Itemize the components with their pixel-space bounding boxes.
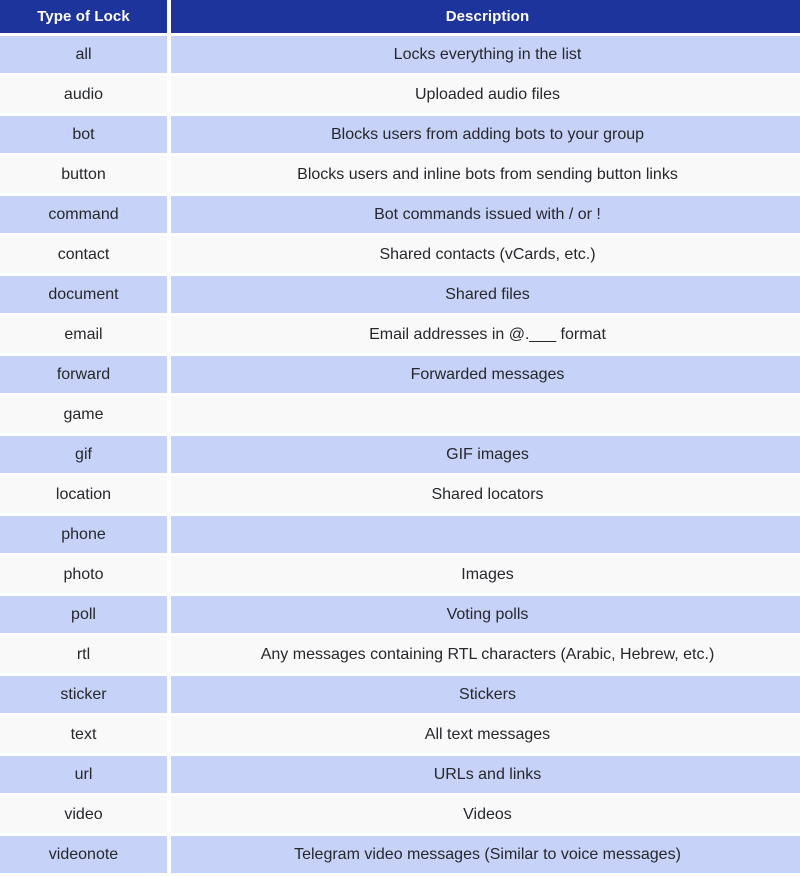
table-row: bot Blocks users from adding bots to your… bbox=[0, 116, 800, 153]
table-row: photo Images bbox=[0, 556, 800, 593]
cell-lock-description: Uploaded audio files bbox=[171, 76, 800, 113]
table-row: forward Forwarded messages bbox=[0, 356, 800, 393]
table-row: audio Uploaded audio files bbox=[0, 76, 800, 113]
table-row: text All text messages bbox=[0, 716, 800, 753]
cell-lock-description: Email addresses in @.___ format bbox=[171, 316, 800, 353]
cell-lock-description: URLs and links bbox=[171, 756, 800, 793]
cell-lock-description: Videos bbox=[171, 796, 800, 833]
cell-lock-type: phone bbox=[0, 516, 167, 553]
cell-lock-description: Shared contacts (vCards, etc.) bbox=[171, 236, 800, 273]
table-row: all Locks everything in the list bbox=[0, 36, 800, 73]
cell-lock-description: Any messages containing RTL characters (… bbox=[171, 636, 800, 673]
table-row: contact Shared contacts (vCards, etc.) bbox=[0, 236, 800, 273]
cell-lock-type: gif bbox=[0, 436, 167, 473]
cell-lock-type: sticker bbox=[0, 676, 167, 713]
table-row: location Shared locators bbox=[0, 476, 800, 513]
cell-lock-type: video bbox=[0, 796, 167, 833]
cell-lock-type: rtl bbox=[0, 636, 167, 673]
cell-lock-type: poll bbox=[0, 596, 167, 633]
table-body: all Locks everything in the list audio Uplo… bbox=[0, 36, 800, 873]
cell-lock-type: url bbox=[0, 756, 167, 793]
cell-lock-description: Blocks users and inline bots from sendin… bbox=[171, 156, 800, 193]
cell-lock-type: button bbox=[0, 156, 167, 193]
cell-lock-type: videonote bbox=[0, 836, 167, 873]
cell-lock-type: photo bbox=[0, 556, 167, 593]
table-row: document Shared files bbox=[0, 276, 800, 313]
table-row: button Blocks users and inline bots from … bbox=[0, 156, 800, 193]
cell-lock-description: Bot commands issued with / or ! bbox=[171, 196, 800, 233]
table-row: email Email addresses in @.___ format bbox=[0, 316, 800, 353]
cell-lock-description: Forwarded messages bbox=[171, 356, 800, 393]
cell-lock-type: contact bbox=[0, 236, 167, 273]
cell-lock-type: command bbox=[0, 196, 167, 233]
table-row: phone bbox=[0, 516, 800, 553]
table-row: sticker Stickers bbox=[0, 676, 800, 713]
table-row: game bbox=[0, 396, 800, 433]
cell-lock-description: Shared locators bbox=[171, 476, 800, 513]
cell-lock-type: audio bbox=[0, 76, 167, 113]
table-header: Type of Lock Description bbox=[0, 0, 800, 33]
cell-lock-description: Telegram video messages (Similar to voic… bbox=[171, 836, 800, 873]
cell-lock-description: Voting polls bbox=[171, 596, 800, 633]
cell-lock-type: forward bbox=[0, 356, 167, 393]
lock-types-table: Type of Lock Description all Locks everyt… bbox=[0, 0, 800, 876]
cell-lock-description: Locks everything in the list bbox=[171, 36, 800, 73]
column-header-type-of-lock: Type of Lock bbox=[0, 0, 167, 33]
cell-lock-description bbox=[171, 516, 800, 553]
table-row: command Bot commands issued with / or ! bbox=[0, 196, 800, 233]
cell-lock-description bbox=[171, 396, 800, 433]
cell-lock-type: bot bbox=[0, 116, 167, 153]
table-header-row: Type of Lock Description bbox=[0, 0, 800, 33]
table-row: videonote Telegram video messages (Simila… bbox=[0, 836, 800, 873]
table-row: video Videos bbox=[0, 796, 800, 833]
cell-lock-description: GIF images bbox=[171, 436, 800, 473]
cell-lock-type: location bbox=[0, 476, 167, 513]
cell-lock-description: Stickers bbox=[171, 676, 800, 713]
cell-lock-description: Shared files bbox=[171, 276, 800, 313]
cell-lock-type: document bbox=[0, 276, 167, 313]
cell-lock-description: Blocks users from adding bots to your gr… bbox=[171, 116, 800, 153]
cell-lock-description: Images bbox=[171, 556, 800, 593]
table-row: url URLs and links bbox=[0, 756, 800, 793]
cell-lock-type: email bbox=[0, 316, 167, 353]
table-row: poll Voting polls bbox=[0, 596, 800, 633]
cell-lock-description: All text messages bbox=[171, 716, 800, 753]
table-row: gif GIF images bbox=[0, 436, 800, 473]
cell-lock-type: text bbox=[0, 716, 167, 753]
column-header-description: Description bbox=[171, 0, 800, 33]
table-row: rtl Any messages containing RTL character… bbox=[0, 636, 800, 673]
cell-lock-type: all bbox=[0, 36, 167, 73]
cell-lock-type: game bbox=[0, 396, 167, 433]
